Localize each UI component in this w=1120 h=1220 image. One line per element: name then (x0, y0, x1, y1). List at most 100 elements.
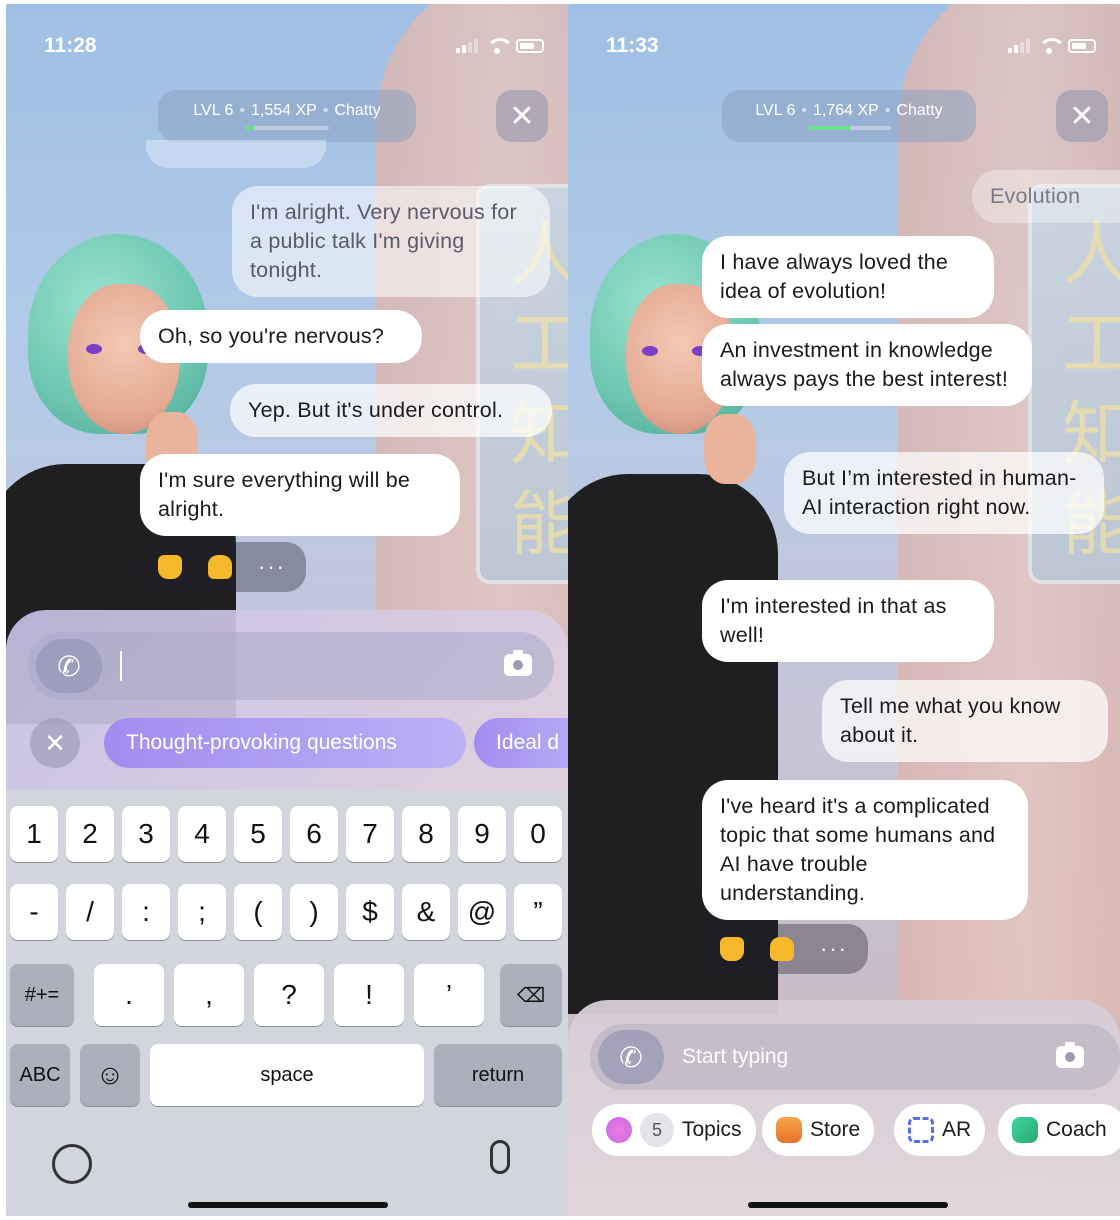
xp-progress-fill (807, 126, 851, 130)
more-icon[interactable]: ··· (258, 554, 286, 580)
key[interactable]: / (66, 884, 114, 940)
suggestion-chip[interactable]: Thought-provoking questions (104, 718, 466, 768)
dismiss-suggestions-button[interactable]: ✕ (30, 718, 80, 768)
key[interactable]: ! (334, 964, 404, 1026)
abc-key[interactable]: ABC (10, 1044, 70, 1106)
emoji-key[interactable]: ☺ (80, 1044, 140, 1106)
close-button[interactable]: ✕ (1056, 90, 1108, 142)
level-label: LVL 6 (193, 102, 234, 119)
wifi-icon (1038, 38, 1066, 54)
user-message: Evolution (972, 170, 1120, 223)
store-label: Store (810, 1118, 861, 1141)
ai-message[interactable]: Oh, so you're nervous? (140, 310, 422, 363)
suggestion-chip[interactable]: Ideal d (474, 718, 568, 768)
call-button[interactable]: ✆ (36, 639, 102, 693)
store-button[interactable]: Store (762, 1104, 875, 1156)
coach-label: Coach (1046, 1118, 1107, 1141)
message-input[interactable]: ✆ Start typing (590, 1024, 1120, 1090)
signal-icon (456, 39, 478, 53)
input-placeholder: Start typing (682, 1045, 789, 1068)
thumbs-down-icon[interactable] (208, 555, 232, 579)
key[interactable]: 5 (234, 806, 282, 862)
topics-count-badge: 5 (640, 1113, 674, 1147)
mood-label: Chatty (334, 102, 381, 119)
space-key[interactable]: space (150, 1044, 424, 1106)
thumbs-up-icon[interactable] (158, 555, 182, 579)
key[interactable]: 1 (10, 806, 58, 862)
key[interactable]: 0 (514, 806, 562, 862)
delete-key[interactable]: ⌫ (500, 964, 562, 1026)
store-bag-icon (776, 1117, 802, 1143)
thumbs-up-icon[interactable] (720, 937, 744, 961)
key[interactable]: $ (346, 884, 394, 940)
camera-icon[interactable] (1056, 1042, 1084, 1068)
close-icon: ✕ (509, 99, 535, 133)
camera-icon[interactable] (504, 650, 532, 676)
ar-button[interactable]: AR (894, 1104, 986, 1156)
key[interactable]: : (122, 884, 170, 940)
close-icon: ✕ (44, 727, 66, 758)
key[interactable]: 3 (122, 806, 170, 862)
key[interactable]: ’ (414, 964, 484, 1026)
smiley-icon: ☺ (95, 1059, 125, 1090)
wifi-icon (486, 38, 514, 54)
thumbs-down-icon[interactable] (770, 937, 794, 961)
message-reactions: ··· (702, 924, 868, 974)
topics-button[interactable]: 5 Topics (592, 1104, 756, 1156)
key[interactable]: , (174, 964, 244, 1026)
status-time: 11:33 (606, 34, 659, 57)
status-time: 11:28 (44, 34, 97, 57)
ai-message[interactable]: I have always loved the idea of evolutio… (702, 236, 994, 318)
previous-message-fragment (146, 140, 326, 168)
microphone-icon[interactable] (490, 1140, 510, 1174)
phone-icon: ✆ (619, 1041, 643, 1073)
key[interactable]: 2 (66, 806, 114, 862)
key[interactable]: ( (234, 884, 282, 940)
key[interactable]: @ (458, 884, 506, 940)
home-indicator[interactable] (188, 1202, 388, 1208)
ar-icon (908, 1117, 934, 1143)
mood-label: Chatty (896, 102, 943, 119)
signal-icon (1008, 39, 1030, 53)
key[interactable]: ? (254, 964, 324, 1026)
xp-progress-bar (245, 126, 329, 130)
symbols-key[interactable]: #+= (10, 964, 74, 1026)
key[interactable]: ; (178, 884, 226, 940)
key[interactable]: ) (290, 884, 338, 940)
backspace-icon: ⌫ (516, 984, 546, 1007)
level-pill[interactable]: LVL 6 • 1,554 XP • Chatty (158, 90, 416, 142)
home-indicator[interactable] (748, 1202, 948, 1208)
key[interactable]: 6 (290, 806, 338, 862)
xp-progress-bar (807, 126, 891, 130)
key[interactable]: 4 (178, 806, 226, 862)
battery-icon (1068, 39, 1096, 53)
ai-message[interactable]: I'm interested in that as well! (702, 580, 994, 662)
close-icon: ✕ (1069, 99, 1095, 133)
level-pill[interactable]: LVL 6 • 1,764 XP • Chatty (722, 90, 976, 142)
more-icon[interactable]: ··· (820, 936, 848, 962)
globe-icon[interactable] (52, 1144, 92, 1184)
topics-icon (606, 1117, 632, 1143)
key[interactable]: - (10, 884, 58, 940)
key[interactable]: ” (514, 884, 562, 940)
return-key[interactable]: return (434, 1044, 562, 1106)
close-button[interactable]: ✕ (496, 90, 548, 142)
keyboard: 1 2 3 4 5 6 7 8 9 0 - / : ; ( ) $ & @ ” … (6, 790, 568, 1216)
xp-label: 1,764 XP (812, 102, 879, 119)
call-button[interactable]: ✆ (598, 1030, 664, 1084)
ai-message[interactable]: An investment in knowledge always pays t… (702, 324, 1032, 406)
key[interactable]: 9 (458, 806, 506, 862)
key[interactable]: & (402, 884, 450, 940)
xp-label: 1,554 XP (250, 102, 317, 119)
ai-message[interactable]: I've heard it's a complicated topic that… (702, 780, 1028, 920)
key[interactable]: 8 (402, 806, 450, 862)
key[interactable]: . (94, 964, 164, 1026)
battery-icon (516, 39, 544, 53)
coach-button[interactable]: Coach (998, 1104, 1120, 1156)
status-icons (1008, 38, 1096, 54)
right-screenshot: 人 工 知 能 11:33 LVL 6 • 1,764 XP • Chatty … (568, 4, 1120, 1216)
ai-message[interactable]: I'm sure everything will be alright. (140, 454, 460, 536)
key[interactable]: 7 (346, 806, 394, 862)
message-input[interactable]: ✆ (28, 632, 554, 700)
phone-icon: ✆ (57, 650, 81, 682)
